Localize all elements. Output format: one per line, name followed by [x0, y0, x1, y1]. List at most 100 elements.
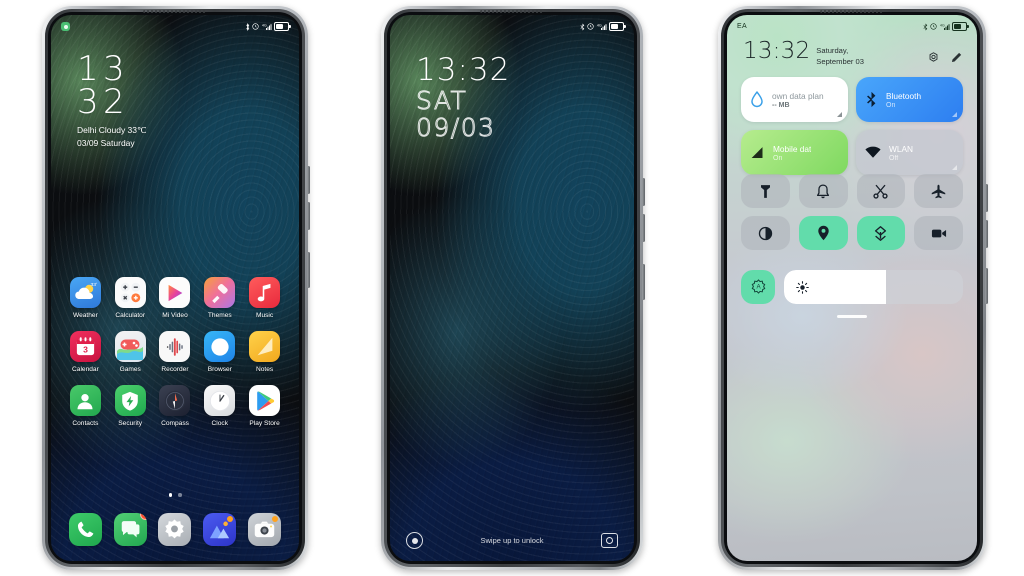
volume-down-button[interactable] [985, 220, 988, 248]
notification-dot-icon [61, 22, 70, 31]
gallery-app[interactable] [203, 513, 237, 546]
power-button[interactable] [985, 268, 988, 304]
tile-expand-corner[interactable] [952, 165, 957, 170]
app-browser[interactable]: Browser [197, 331, 242, 373]
app-clock[interactable]: Clock [197, 385, 242, 427]
play-store-icon[interactable] [249, 385, 281, 416]
clock-icon[interactable] [204, 385, 236, 416]
app-contacts[interactable]: Contacts [63, 385, 108, 427]
app-label: Browser [207, 366, 232, 373]
brightness-row: A [741, 270, 963, 304]
tile-expand-corner[interactable] [837, 112, 842, 117]
status-icons: 4G [580, 22, 626, 31]
page-dot-1[interactable] [168, 493, 172, 497]
calculator-icon[interactable] [114, 277, 146, 308]
page-dot-2[interactable] [178, 493, 182, 497]
app-compass[interactable]: Compass [153, 385, 198, 427]
power-button[interactable] [307, 252, 310, 288]
auto-brightness-icon[interactable]: A [741, 270, 775, 304]
phone-app-icon[interactable] [68, 513, 102, 546]
calendar-icon[interactable]: 3 [69, 331, 101, 362]
messages-app-icon[interactable]: 2 [113, 513, 147, 546]
phone-screen[interactable]: EA 4G 13:32 Saturday, September 03 own d… [727, 15, 977, 561]
app-themes[interactable]: Themes [197, 277, 242, 319]
dark-mode-icon[interactable] [741, 216, 790, 250]
notes-icon[interactable] [249, 331, 281, 362]
alarm-icon [252, 23, 259, 30]
volume-up-button[interactable] [307, 166, 310, 194]
auto-rotate-icon[interactable] [856, 216, 906, 250]
svg-text:33°: 33° [91, 282, 97, 288]
volume-down-button[interactable] [307, 202, 310, 230]
phone-app[interactable] [68, 513, 102, 546]
app-games[interactable]: Games [108, 331, 153, 373]
tile-expand-corner[interactable] [952, 112, 957, 117]
earpiece-speaker [820, 10, 884, 13]
weather-icon[interactable]: 33° [69, 277, 101, 308]
browser-icon[interactable] [204, 331, 236, 362]
tile-data-plan[interactable]: own data plan -- MB [741, 77, 848, 122]
tile-sub: -- MB [772, 101, 790, 109]
screen-record-icon[interactable] [914, 216, 963, 250]
bell-icon[interactable] [798, 174, 848, 208]
volume-up-button[interactable] [642, 178, 645, 206]
security-icon[interactable] [114, 385, 146, 416]
app-calendar[interactable]: 3 Calendar [63, 331, 108, 373]
app-music[interactable]: Music [242, 277, 287, 319]
app-notes[interactable]: Notes [242, 331, 287, 373]
settings-app-icon[interactable] [158, 513, 192, 546]
power-button[interactable] [642, 264, 645, 300]
app-security[interactable]: Security [108, 385, 153, 427]
settings-app[interactable] [158, 513, 192, 546]
app-label: Compass [161, 420, 189, 427]
phone-screen[interactable]: 4G 13:32 SAT 09/03 Swipe up to unlock [390, 15, 634, 561]
tile-mobile-data[interactable]: Mobile dat On [741, 130, 848, 175]
tile-wlan[interactable]: WLAN Off [856, 130, 963, 175]
volume-up-button[interactable] [985, 184, 988, 212]
tile-sub: Off [889, 154, 899, 162]
app-label: Play Store [249, 420, 280, 427]
quick-toggle-grid [741, 174, 963, 250]
app-label: Clock [211, 420, 229, 427]
brightness-slider[interactable] [784, 270, 963, 304]
pencil-icon[interactable] [950, 51, 963, 64]
unlock-hint: Swipe up to unlock [480, 536, 544, 545]
drag-handle[interactable] [837, 315, 867, 318]
airplane-icon[interactable] [914, 174, 963, 208]
tile-bluetooth[interactable]: Bluetooth On [856, 77, 963, 122]
compass-icon[interactable] [159, 385, 191, 416]
mi-video-icon[interactable] [159, 277, 191, 308]
app-play-store[interactable]: Play Store [242, 385, 287, 427]
signal-icon: 4G [262, 23, 271, 30]
page-indicator[interactable] [51, 493, 299, 497]
music-icon[interactable] [249, 277, 281, 308]
flashlight-icon[interactable] [741, 174, 790, 208]
lock-day-of-week: SAT [415, 86, 468, 115]
camera-icon[interactable] [601, 533, 618, 548]
camera-app-icon[interactable] [248, 513, 282, 546]
location-icon[interactable] [798, 216, 848, 250]
cc-time: 13:32 [743, 38, 811, 64]
date-line: 03/09 Saturday [77, 137, 135, 148]
messages-app[interactable]: 2 [113, 513, 147, 546]
app-label: Mi Video [162, 312, 188, 319]
camera-app[interactable] [248, 513, 282, 546]
clock-digit-4: 2 [103, 82, 125, 122]
contacts-icon[interactable] [69, 385, 101, 416]
app-calculator[interactable]: Calculator [108, 277, 153, 319]
alarm-icon [930, 23, 937, 30]
app-recorder[interactable]: Recorder [153, 331, 198, 373]
volume-down-button[interactable] [642, 214, 645, 242]
themes-icon[interactable] [204, 277, 236, 308]
recorder-icon[interactable] [159, 331, 191, 362]
phone-control-center: EA 4G 13:32 Saturday, September 03 own d… [718, 6, 988, 570]
gear-icon[interactable] [927, 51, 940, 64]
status-bar: 4G [51, 15, 299, 35]
phone-screen[interactable]: 4G 1 3 3 2 Delhi Cloudy 33℃ 03/09 Saturd… [51, 15, 299, 561]
gallery-app-icon[interactable] [203, 513, 237, 546]
games-icon[interactable] [114, 331, 146, 362]
app-mi-video[interactable]: Mi Video [153, 277, 198, 319]
record-circle-icon[interactable] [406, 532, 423, 549]
scissors-icon[interactable] [856, 174, 906, 208]
app-weather[interactable]: 33° Weather [63, 277, 108, 319]
